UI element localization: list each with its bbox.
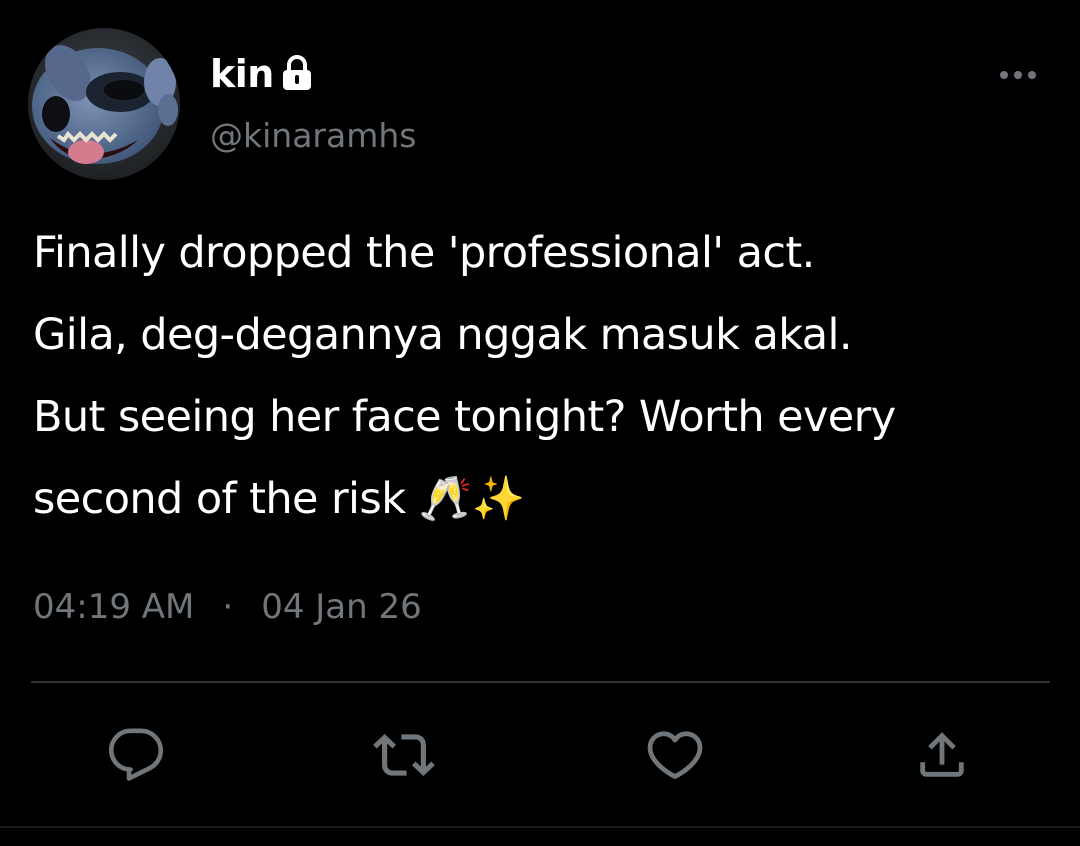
tweet-line: second of the risk 🥂✨	[33, 474, 525, 524]
meta-separator: ·	[222, 587, 234, 627]
like-button[interactable]	[640, 720, 710, 790]
reply-bubble-icon	[108, 728, 164, 781]
bottom-divider	[0, 826, 1080, 828]
more-options-button[interactable]	[994, 58, 1042, 92]
handle[interactable]: @kinaramhs	[210, 116, 416, 155]
stitch-avatar-image	[28, 28, 180, 180]
heart-icon	[647, 731, 703, 779]
retweet-icon	[373, 734, 435, 776]
more-horizontal-icon	[1000, 71, 1036, 79]
lock-icon	[280, 54, 314, 94]
tweet-line: Finally dropped the 'professional' act.	[33, 228, 815, 278]
avatar[interactable]	[28, 28, 180, 180]
tweet-text: Finally dropped the 'professional' act. …	[33, 212, 1068, 540]
display-name-row: kin	[210, 46, 314, 102]
tweet-line: But seeing her face tonight? Worth every	[33, 392, 896, 442]
share-button[interactable]	[907, 720, 977, 790]
tweet-line: Gila, deg-degannya nggak masuk akal.	[33, 310, 853, 360]
action-bar	[0, 720, 1080, 790]
retweet-button[interactable]	[369, 720, 439, 790]
divider	[31, 681, 1050, 683]
tweet-time[interactable]: 04:19 AM	[33, 587, 194, 627]
display-name[interactable]: kin	[210, 52, 274, 96]
share-upload-icon	[920, 732, 964, 777]
tweet-meta: 04:19 AM · 04 Jan 26	[33, 584, 422, 630]
reply-button[interactable]	[101, 720, 171, 790]
tweet-date[interactable]: 04 Jan 26	[261, 587, 422, 627]
